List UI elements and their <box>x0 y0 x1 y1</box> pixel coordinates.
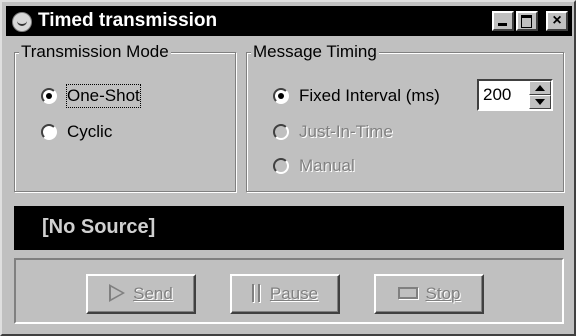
button-panel: Send Pause Stop <box>14 258 564 324</box>
radio-manual-label: Manual <box>299 156 355 175</box>
radio-fixed-interval-label: Fixed Interval (ms) <box>299 86 440 105</box>
timed-transmission-window: Timed transmission × Transmission Mode O… <box>0 0 576 336</box>
pause-button-label: Pause <box>269 284 319 303</box>
transmission-mode-legend: Transmission Mode <box>19 42 171 62</box>
stop-button-label: Stop <box>425 284 461 303</box>
stop-button[interactable]: Stop <box>374 274 484 314</box>
pause-icon <box>251 283 262 302</box>
radio-selected-icon[interactable] <box>273 88 289 104</box>
send-button[interactable]: Send <box>86 274 196 314</box>
radio-one-shot-label: One-Shot <box>66 84 141 108</box>
play-icon <box>109 283 126 302</box>
window-title: Timed transmission <box>38 10 218 31</box>
source-display: [No Source] <box>14 206 564 250</box>
interval-spinbox[interactable]: 200 <box>477 79 553 111</box>
source-label: [No Source] <box>42 216 156 238</box>
radio-unselected-icon[interactable] <box>41 124 57 140</box>
app-icon[interactable] <box>12 12 32 32</box>
title-bar[interactable]: Timed transmission × <box>6 6 572 36</box>
radio-disabled-icon <box>273 158 289 174</box>
radio-disabled-icon <box>273 124 289 140</box>
spin-up-icon[interactable] <box>529 81 551 95</box>
transmission-mode-group: Transmission Mode One-Shot Cyclic <box>14 42 236 192</box>
message-timing-group: Message Timing Fixed Interval (ms) 200 J… <box>246 42 564 192</box>
spin-down-icon[interactable] <box>529 95 551 109</box>
send-button-label: Send <box>133 284 173 303</box>
stop-icon <box>397 286 418 299</box>
radio-selected-icon[interactable] <box>41 88 57 104</box>
interval-input[interactable]: 200 <box>483 85 511 105</box>
maximize-button[interactable] <box>516 11 538 31</box>
close-icon: × <box>552 12 562 29</box>
close-button[interactable]: × <box>546 11 568 31</box>
minimize-button[interactable] <box>492 11 514 31</box>
radio-cyclic-label: Cyclic <box>67 122 113 141</box>
message-timing-legend: Message Timing <box>251 42 379 62</box>
pause-button[interactable]: Pause <box>230 274 340 314</box>
radio-just-in-time-label: Just-In-Time <box>299 122 393 141</box>
